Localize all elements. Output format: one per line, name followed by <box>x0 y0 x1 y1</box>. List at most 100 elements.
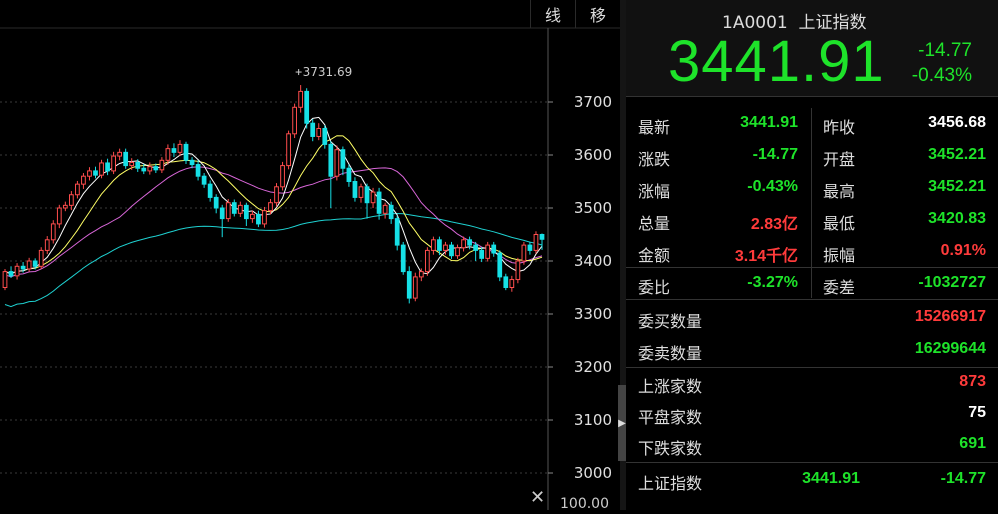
buy-qty-value: 15266917 <box>914 308 986 325</box>
flat-count-row: 平盘家数 75 <box>626 398 998 430</box>
stat-label: 委比 <box>638 278 671 297</box>
candle-down <box>328 143 334 177</box>
candle-up <box>159 159 165 171</box>
index-summary-row[interactable]: 上证指数 3441.91 -14.77 <box>626 464 998 496</box>
stat-label: 开盘 <box>823 150 856 169</box>
move-button[interactable]: 移 <box>575 0 620 28</box>
kline-chart-panel[interactable]: 3700 3600 3500 3400 3300 3200 3100 3000 3731.69 … <box>0 0 620 512</box>
candle-up <box>533 234 539 251</box>
candle-down <box>189 159 195 166</box>
candle-up <box>44 239 50 251</box>
candle-up <box>292 106 297 135</box>
stat-row: 涨幅 -0.43% 最高 3452.21 <box>626 172 998 204</box>
divider <box>626 267 998 268</box>
stat-row: 金额 3.14千亿 振幅 0.91% <box>626 236 998 268</box>
candle-down <box>400 244 406 273</box>
candle-up <box>69 194 74 206</box>
up-count-label: 上涨家数 <box>638 377 703 396</box>
stat-label: 总量 <box>638 214 671 233</box>
flat-count-label: 平盘家数 <box>638 408 703 427</box>
index-summary-change: -14.77 <box>940 470 986 487</box>
candle-up <box>147 166 153 172</box>
candle-down <box>195 164 201 177</box>
divider <box>626 462 998 463</box>
stat-row: 涨跌 -14.77 开盘 3452.21 <box>626 140 998 172</box>
candle-up <box>280 165 285 188</box>
candle-down <box>153 166 159 171</box>
candle-up <box>87 170 92 177</box>
candle-down <box>105 162 110 172</box>
up-count-value: 873 <box>959 373 986 390</box>
candle-down <box>8 271 14 277</box>
draw-line-button[interactable]: 线 <box>530 0 575 28</box>
down-count-row: 下跌家数 691 <box>626 429 998 461</box>
y-tick-label: 3200 <box>574 358 612 376</box>
candle-down <box>497 252 503 278</box>
stat-value: -3.27% <box>747 274 798 291</box>
candle-up <box>521 244 527 262</box>
candle-up <box>443 244 448 251</box>
candle-up <box>56 207 62 225</box>
candle-down <box>449 244 454 257</box>
candle-up <box>418 271 424 278</box>
stat-value: -1032727 <box>918 274 986 291</box>
candle-up <box>250 213 255 220</box>
candle-up <box>75 183 80 196</box>
stat-row: 最新 3441.91 昨收 3456.68 <box>626 108 998 140</box>
candle-down <box>135 161 141 169</box>
candle-down <box>527 244 533 251</box>
candle-up <box>461 239 466 249</box>
divider <box>626 299 998 300</box>
y-tick-label: 3600 <box>574 146 612 164</box>
current-price: 3441.91 <box>668 29 885 94</box>
ma10-line <box>4 135 543 275</box>
candle-down <box>207 183 213 198</box>
index-summary-price: 3441.91 <box>802 470 860 487</box>
sell-qty-label: 委卖数量 <box>638 344 703 363</box>
candle-down <box>322 128 328 145</box>
candle-down <box>219 207 225 220</box>
candle-down <box>388 204 394 220</box>
kline-chart[interactable]: 3700 3600 3500 3400 3300 3200 3100 3000 3731.69 <box>0 0 620 510</box>
candle-up <box>412 276 418 299</box>
buy-qty-label: 委买数量 <box>638 312 703 331</box>
candle-down <box>93 170 98 176</box>
price-change-block: -14.77 -0.43% <box>912 38 972 88</box>
candle-up <box>358 186 364 198</box>
candle-up <box>455 247 460 257</box>
down-count-value: 691 <box>959 435 986 452</box>
sell-qty-value: 16299644 <box>914 340 986 357</box>
candle-down <box>213 196 219 209</box>
stat-label: 最低 <box>823 214 856 233</box>
candle-up <box>111 155 116 172</box>
candle-down <box>437 239 442 251</box>
ma5-line <box>4 116 543 275</box>
candle-up <box>38 249 44 267</box>
y-tick-label: 3400 <box>574 252 612 270</box>
index-summary-label: 上证指数 <box>638 474 703 493</box>
close-icon[interactable]: ✕ <box>530 487 545 508</box>
price-change-pct: -0.43% <box>911 65 972 86</box>
panel-collapse-handle[interactable]: ▶ <box>618 385 626 461</box>
candle-up <box>515 260 521 281</box>
stat-value: 0.91% <box>940 242 986 259</box>
candle-down <box>171 148 177 153</box>
candle-up <box>237 204 243 214</box>
high-annotation: 3731.69 <box>303 65 353 79</box>
stat-row: 委比 -3.27% 委差 -1032727 <box>626 268 998 300</box>
candle-up <box>382 204 388 214</box>
quote-panel: 1A0001 上证指数 3441.91 -14.77 -0.43% 最新 3441… <box>626 0 998 510</box>
candle-down <box>352 181 358 198</box>
candle-up <box>485 244 491 259</box>
stat-value: 3420.83 <box>928 210 986 227</box>
candle-up <box>50 223 56 241</box>
stat-value: 3452.21 <box>928 146 986 163</box>
ma60-line <box>4 212 543 308</box>
buy-qty-row: 委买数量 15266917 <box>626 302 998 334</box>
candle-down <box>539 234 545 240</box>
stat-label: 最高 <box>823 182 856 201</box>
candle-up <box>165 148 171 161</box>
stat-value: -0.43% <box>747 178 798 195</box>
candle-up <box>14 265 20 277</box>
candle-up <box>298 90 304 108</box>
